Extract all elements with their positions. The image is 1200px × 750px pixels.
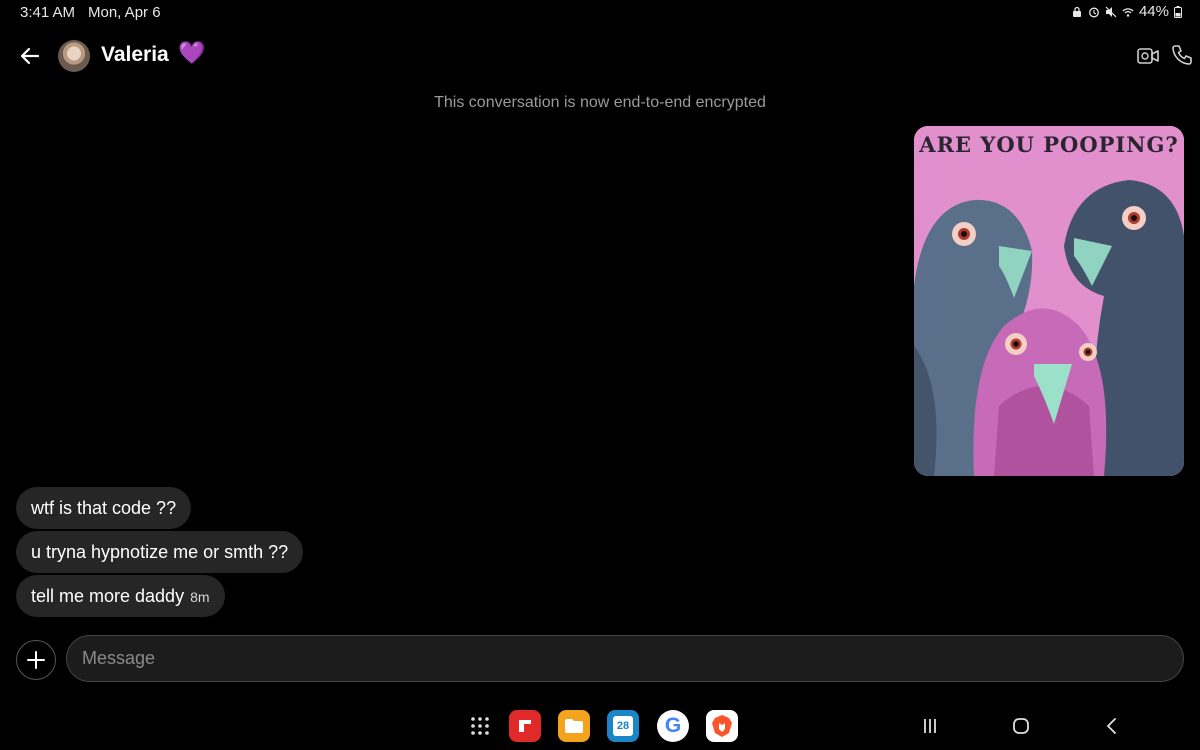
files-app-icon[interactable] bbox=[558, 710, 590, 742]
wifi-icon bbox=[1122, 7, 1134, 17]
battery-icon bbox=[1174, 5, 1182, 18]
google-app-icon[interactable]: G bbox=[657, 710, 689, 742]
avatar[interactable] bbox=[58, 40, 90, 72]
purple-heart-emoji: 💜 bbox=[178, 40, 206, 65]
alarm-icon bbox=[1089, 7, 1099, 17]
phone-icon[interactable] bbox=[1170, 43, 1194, 67]
google-letter: G bbox=[664, 714, 682, 737]
brave-app-icon[interactable] bbox=[706, 710, 738, 742]
app-drawer-icon[interactable] bbox=[470, 716, 490, 736]
message-timestamp: 8m bbox=[190, 589, 210, 605]
message-text: u tryna hypnotize me or smth ?? bbox=[31, 542, 289, 562]
back-button[interactable] bbox=[16, 42, 44, 70]
recent-apps-icon bbox=[924, 719, 936, 733]
calendar-day: 28 bbox=[613, 716, 633, 736]
status-icons: 44% bbox=[1071, 3, 1182, 20]
received-message[interactable]: wtf is that code ?? bbox=[16, 487, 192, 529]
system-back-button[interactable] bbox=[1100, 714, 1124, 738]
message-text: wtf is that code ?? bbox=[31, 498, 177, 518]
received-message[interactable]: tell me more daddy 8m bbox=[16, 575, 225, 617]
status-time: 3:41 AM bbox=[20, 4, 76, 21]
plus-icon bbox=[27, 651, 45, 669]
home-icon bbox=[1013, 718, 1029, 734]
contact-name[interactable]: Valeria bbox=[101, 43, 169, 67]
add-attachment-button[interactable] bbox=[16, 640, 56, 680]
recent-apps-button[interactable] bbox=[918, 714, 942, 738]
chevron-left-icon bbox=[1106, 718, 1116, 734]
flipboard-app-icon[interactable] bbox=[509, 710, 541, 742]
back-arrow-icon bbox=[20, 47, 40, 65]
status-date: Mon, Apr 6 bbox=[88, 4, 161, 21]
folder-glyph bbox=[565, 719, 583, 733]
brave-lion-glyph bbox=[712, 715, 732, 737]
message-input[interactable] bbox=[66, 635, 1184, 682]
battery-percent: 44% bbox=[1138, 3, 1169, 20]
home-button[interactable] bbox=[1009, 714, 1033, 738]
sent-image-message[interactable]: ARE YOU POOPING? bbox=[914, 126, 1184, 476]
calendar-app-icon[interactable]: 28 bbox=[607, 710, 639, 742]
image-caption: ARE YOU POOPING? bbox=[919, 132, 1179, 157]
pigeons-image bbox=[914, 126, 1184, 476]
received-message[interactable]: u tryna hypnotize me or smth ?? bbox=[16, 531, 304, 573]
video-call-icon[interactable] bbox=[1136, 44, 1160, 68]
lock-icon bbox=[1072, 6, 1081, 17]
mute-icon bbox=[1105, 6, 1117, 17]
encryption-notice: This conversation is now end-to-end encr… bbox=[434, 94, 766, 111]
flipboard-glyph bbox=[519, 720, 531, 732]
message-text: tell me more daddy bbox=[31, 586, 185, 606]
